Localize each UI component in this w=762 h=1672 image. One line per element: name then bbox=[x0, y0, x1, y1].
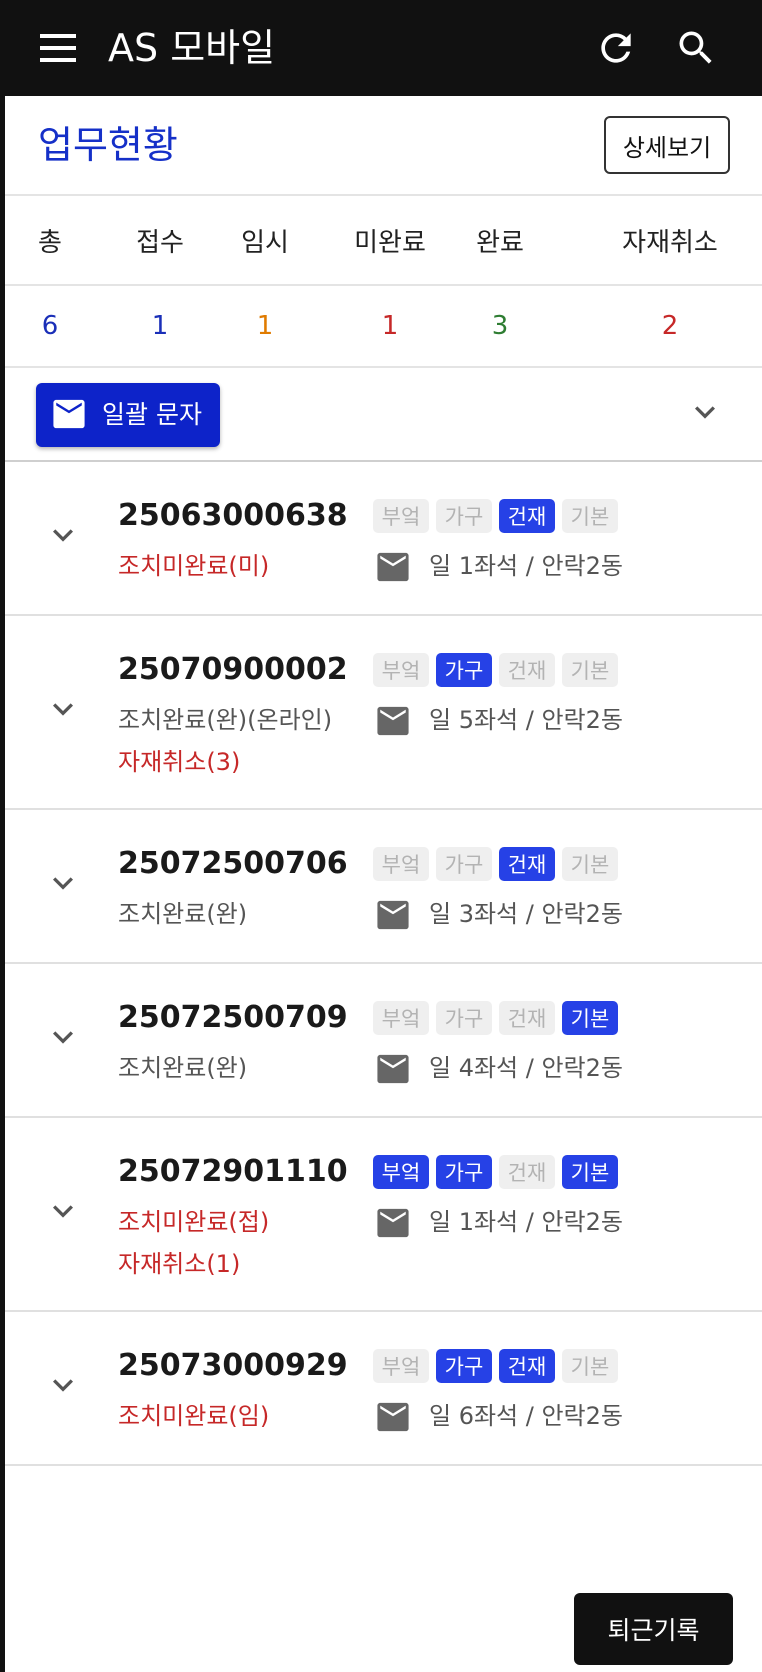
category-tags: 부엌 가구 건재 기본 bbox=[373, 847, 618, 881]
content-panel: 업무현황 상세보기 총 접수 임시 미완료 완료 자재취소 611132 일괄 문자 25… bbox=[5, 96, 762, 1672]
material-cancel-text: 자재취소(3) bbox=[118, 748, 241, 776]
material-cancel-text: 자재취소(1) bbox=[118, 1250, 241, 1278]
status-text: 조치완료(완) bbox=[118, 1054, 248, 1082]
bulk-sms-label: 일괄 문자 bbox=[102, 400, 202, 429]
category-tag: 기본 bbox=[562, 847, 618, 881]
search-icon[interactable] bbox=[674, 26, 718, 70]
section-header: 업무현황 상세보기 bbox=[5, 96, 762, 196]
list-item[interactable]: 25072901110 부엌 가구 건재 기본조치미완료(접) 자재취소(1) 일 1좌석 … bbox=[5, 1118, 762, 1312]
summary-value-cell[interactable]: 6 bbox=[5, 286, 95, 366]
receipt-number: 25070900002 bbox=[118, 652, 348, 687]
category-tag: 건재 bbox=[499, 1001, 555, 1035]
summary-value-cell[interactable]: 3 bbox=[445, 286, 555, 366]
category-tag: 부엌 bbox=[373, 499, 429, 533]
list-item[interactable]: 25070900002 부엌 가구 건재 기본조치완료(완)(온라인) 자재취소(3) 일 … bbox=[5, 616, 762, 810]
summary-value-cell[interactable]: 2 bbox=[575, 286, 762, 366]
summary-header-cell: 완료 bbox=[476, 227, 524, 258]
leave-record-button[interactable]: 퇴근기록 bbox=[574, 1593, 733, 1665]
receipt-number: 25073000929 bbox=[118, 1348, 348, 1383]
category-tag: 건재 bbox=[499, 1155, 555, 1189]
expand-chevron-icon[interactable] bbox=[43, 515, 83, 555]
summary-headers: 총 접수 임시 미완료 완료 자재취소 bbox=[5, 196, 762, 286]
category-tag: 기본 bbox=[562, 653, 618, 687]
summary-header-cell: 총 bbox=[38, 227, 62, 258]
status-text: 조치미완료(미) bbox=[118, 552, 270, 580]
list-item[interactable]: 25072500706 부엌 가구 건재 기본조치완료(완) 일 3좌석 / 안락2동 bbox=[5, 810, 762, 964]
location-text: 일 4좌석 / 안락2동 bbox=[429, 1054, 623, 1082]
category-tag: 가구 bbox=[436, 1155, 492, 1189]
page-title: 업무현황 bbox=[38, 123, 178, 167]
mail-icon[interactable] bbox=[376, 552, 410, 582]
category-tag: 가구 bbox=[436, 1349, 492, 1383]
status-text: 조치미완료(접) bbox=[118, 1208, 270, 1236]
app-title: AS 모바일 bbox=[108, 26, 276, 70]
category-tag: 부엌 bbox=[373, 1001, 429, 1035]
category-tag: 건재 bbox=[499, 653, 555, 687]
category-tag: 부엌 bbox=[373, 653, 429, 687]
mail-icon[interactable] bbox=[376, 1054, 410, 1084]
location-text: 일 3좌석 / 안락2동 bbox=[429, 900, 623, 928]
category-tag: 기본 bbox=[562, 1349, 618, 1383]
refresh-icon[interactable] bbox=[594, 26, 638, 70]
expand-chevron-icon[interactable] bbox=[43, 1191, 83, 1231]
receipt-number: 25072500706 bbox=[118, 846, 348, 881]
category-tags: 부엌 가구 건재 기본 bbox=[373, 1155, 618, 1189]
category-tag: 부엌 bbox=[373, 1155, 429, 1189]
category-tag: 건재 bbox=[499, 847, 555, 881]
category-tag: 가구 bbox=[436, 1001, 492, 1035]
summary-header-cell: 미완료 bbox=[354, 227, 426, 258]
action-row: 일괄 문자 bbox=[5, 368, 762, 462]
location-text: 일 5좌석 / 안락2동 bbox=[429, 706, 623, 734]
detail-view-button[interactable]: 상세보기 bbox=[604, 116, 730, 174]
summary-value-cell[interactable]: 1 bbox=[205, 286, 325, 366]
category-tag: 기본 bbox=[562, 499, 618, 533]
chevron-down-icon[interactable] bbox=[685, 392, 725, 432]
expand-chevron-icon[interactable] bbox=[43, 1017, 83, 1057]
summary-header-cell: 임시 bbox=[241, 227, 289, 258]
mail-icon[interactable] bbox=[376, 706, 410, 736]
category-tag: 건재 bbox=[499, 1349, 555, 1383]
summary-values: 611132 bbox=[5, 286, 762, 368]
category-tags: 부엌 가구 건재 기본 bbox=[373, 499, 618, 533]
category-tag: 기본 bbox=[562, 1155, 618, 1189]
list-item[interactable]: 25063000638 부엌 가구 건재 기본조치미완료(미) 일 1좌석 / 안락2동 bbox=[5, 462, 762, 616]
expand-chevron-icon[interactable] bbox=[43, 689, 83, 729]
list-item[interactable]: 25072500709 부엌 가구 건재 기본조치완료(완) 일 4좌석 / 안락2동 bbox=[5, 964, 762, 1118]
mail-icon[interactable] bbox=[376, 900, 410, 930]
status-text: 조치완료(완) bbox=[118, 900, 248, 928]
status-text: 조치완료(완)(온라인) bbox=[118, 706, 333, 734]
summary-header-cell: 자재취소 bbox=[622, 227, 718, 258]
expand-chevron-icon[interactable] bbox=[43, 863, 83, 903]
category-tag: 부엌 bbox=[373, 1349, 429, 1383]
receipt-number: 25072901110 bbox=[118, 1154, 348, 1189]
category-tags: 부엌 가구 건재 기본 bbox=[373, 1001, 618, 1035]
list-item[interactable]: 25073000929 부엌 가구 건재 기본조치미완료(임) 일 6좌석 / 안락2동 bbox=[5, 1312, 762, 1466]
location-text: 일 1좌석 / 안락2동 bbox=[429, 1208, 623, 1236]
category-tags: 부엌 가구 건재 기본 bbox=[373, 1349, 618, 1383]
location-text: 일 6좌석 / 안락2동 bbox=[429, 1402, 623, 1430]
category-tag: 기본 bbox=[562, 1001, 618, 1035]
category-tag: 가구 bbox=[436, 653, 492, 687]
category-tag: 건재 bbox=[499, 499, 555, 533]
location-text: 일 1좌석 / 안락2동 bbox=[429, 552, 623, 580]
status-text: 조치미완료(임) bbox=[118, 1402, 270, 1430]
app-bar: AS 모바일 bbox=[0, 0, 762, 96]
category-tag: 가구 bbox=[436, 499, 492, 533]
category-tag: 부엌 bbox=[373, 847, 429, 881]
category-tag: 가구 bbox=[436, 847, 492, 881]
mail-icon[interactable] bbox=[376, 1402, 410, 1432]
mail-icon[interactable] bbox=[376, 1208, 410, 1238]
category-tags: 부엌 가구 건재 기본 bbox=[373, 653, 618, 687]
bulk-sms-button[interactable]: 일괄 문자 bbox=[36, 383, 220, 447]
summary-value-cell[interactable]: 1 bbox=[315, 286, 465, 366]
receipt-number: 25063000638 bbox=[118, 498, 348, 533]
receipt-number: 25072500709 bbox=[118, 1000, 348, 1035]
expand-chevron-icon[interactable] bbox=[43, 1365, 83, 1405]
mail-icon bbox=[53, 399, 85, 429]
menu-icon[interactable] bbox=[40, 30, 80, 66]
